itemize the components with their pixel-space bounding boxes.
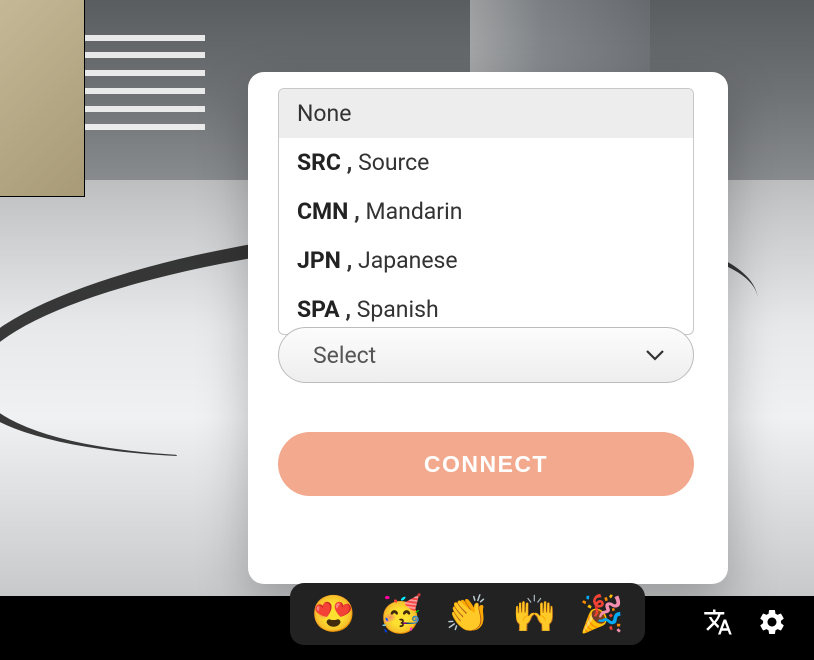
bg-corner-panel	[0, 0, 85, 197]
language-option[interactable]: None	[279, 89, 693, 138]
translate-icon[interactable]	[702, 606, 734, 638]
option-label: None	[297, 100, 351, 127]
language-dropdown-list[interactable]: None SRC , SourceCMN , MandarinJPN , Japa…	[278, 88, 694, 335]
chevron-down-icon	[645, 345, 665, 365]
second-select[interactable]: Select	[278, 327, 694, 383]
bg-stripes	[85, 0, 205, 200]
reaction-bar: 😍 🥳 👏 🙌 🎉	[290, 583, 645, 645]
reaction-party-face[interactable]: 🥳	[378, 596, 423, 632]
option-label: Source	[358, 149, 429, 176]
reaction-clap[interactable]: 👏	[445, 596, 490, 632]
reaction-raised-hands[interactable]: 🙌	[512, 596, 557, 632]
connect-button-label: CONNECT	[424, 451, 548, 478]
option-code: JPN	[297, 247, 347, 274]
right-controls	[702, 606, 788, 638]
language-option[interactable]: CMN , Mandarin	[279, 187, 693, 236]
option-label: Japanese	[358, 247, 458, 274]
option-code: CMN	[297, 198, 354, 225]
reaction-confetti[interactable]: 🎉	[579, 596, 624, 632]
connect-button[interactable]: CONNECT	[278, 432, 694, 496]
select-placeholder: Select	[313, 342, 376, 369]
gear-icon[interactable]	[756, 606, 788, 638]
language-option[interactable]: JPN , Japanese	[279, 236, 693, 285]
option-code: SPA	[297, 296, 345, 323]
option-label: Mandarin	[366, 198, 463, 225]
reaction-heart-eyes[interactable]: 😍	[311, 596, 356, 632]
language-option[interactable]: SRC , Source	[279, 138, 693, 187]
option-code: SRC	[297, 149, 347, 176]
option-label: Spanish	[357, 296, 439, 323]
language-modal: None SRC , SourceCMN , MandarinJPN , Japa…	[248, 72, 728, 584]
